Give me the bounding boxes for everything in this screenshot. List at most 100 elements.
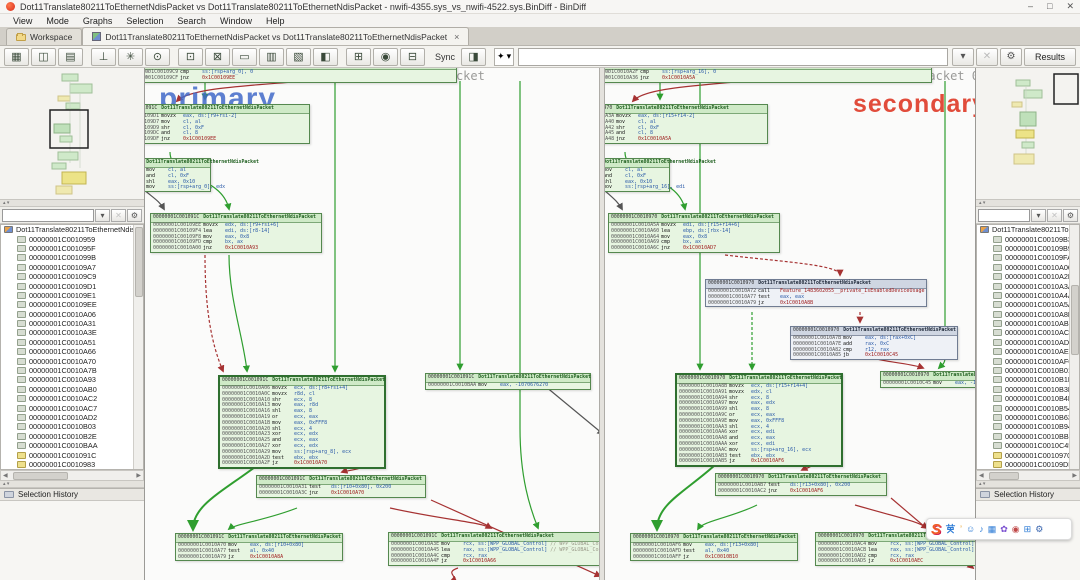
secondary-filter-input[interactable] bbox=[978, 209, 1030, 222]
primary-block-item[interactable]: 00000001C0010A31 bbox=[1, 319, 143, 328]
primary-block-item[interactable]: 00000001C001095F bbox=[1, 244, 143, 253]
primary-block-item[interactable]: 00000001C0010BAA bbox=[1, 441, 143, 450]
secondary-filter-dropdown-icon[interactable]: ▾ bbox=[1031, 209, 1046, 222]
results-button[interactable]: Results bbox=[1024, 48, 1076, 66]
secondary-block-item[interactable]: 00000001C0010B4F bbox=[977, 394, 1079, 403]
apps-grid-icon[interactable]: ⊞ bbox=[1024, 524, 1032, 534]
primary-basic-block-node[interactable]: 00000001C001091CDot11Translate80211ToEth… bbox=[256, 475, 426, 498]
secondary-tree-root[interactable]: Dot11Translate80211To bbox=[977, 225, 1079, 234]
maximize-button[interactable]: □ bbox=[1047, 1, 1052, 12]
secondary-basic-block-node[interactable]: 00000001C0010970Dot11Translate80211ToEth… bbox=[608, 213, 780, 253]
minimize-button[interactable]: – bbox=[1028, 1, 1033, 12]
tab-close-icon[interactable]: × bbox=[454, 32, 459, 42]
menu-item-search[interactable]: Search bbox=[170, 16, 213, 26]
secondary-block-item[interactable]: 00000001C00109FA bbox=[977, 253, 1079, 262]
primary-block-item[interactable]: 00000001C0010959 bbox=[1, 234, 143, 243]
remove-match-icon[interactable]: ⊟ bbox=[400, 48, 425, 66]
primary-block-item[interactable]: 00000001C0010A51 bbox=[1, 338, 143, 347]
secondary-block-item[interactable]: 00000001C0010970 bbox=[977, 450, 1079, 459]
secondary-block-item[interactable]: 00000001C0010AF6 bbox=[977, 356, 1079, 365]
voice-input-icon[interactable]: ♪ bbox=[979, 524, 984, 534]
primary-block-item[interactable]: 00000001C0010A7B bbox=[1, 366, 143, 375]
emoji-icon[interactable]: ☺ bbox=[966, 524, 975, 534]
orthogonal-layout-icon[interactable]: ✳ bbox=[118, 48, 143, 66]
menu-item-help[interactable]: Help bbox=[259, 16, 292, 26]
secondary-block-item[interactable]: 00000001C0010AC4 bbox=[977, 328, 1079, 337]
primary-block-item[interactable]: 00000001C00109A7 bbox=[1, 263, 143, 272]
keyboard-icon[interactable]: ▦ bbox=[988, 524, 997, 534]
primary-block-item[interactable]: 00000001C0010A06 bbox=[1, 310, 143, 319]
tree-splitter-handle[interactable]: ▴ ▾ bbox=[0, 481, 144, 488]
hierarchic-layout-icon[interactable]: ⊥ bbox=[91, 48, 116, 66]
overview-splitter-handle[interactable]: ▴ ▾ bbox=[976, 200, 1080, 207]
proximity-browsing-icon[interactable]: ⊞ bbox=[346, 48, 371, 66]
secondary-tree-vscrollbar[interactable] bbox=[1069, 225, 1079, 469]
secondary-block-item[interactable]: 00000001C0010B94 bbox=[977, 422, 1079, 431]
secondary-basic-block-node[interactable]: 00000001C0010970Dot11Translate80211ToEth… bbox=[630, 533, 798, 561]
primary-graph-overview[interactable] bbox=[0, 68, 144, 200]
search-dropdown-button[interactable]: ▾ bbox=[952, 48, 974, 66]
primary-block-item[interactable]: 00000001C00109C9 bbox=[1, 272, 143, 281]
primary-basic-block-node[interactable]: 00000001C001091CDot11Translate80211ToEth… bbox=[145, 104, 310, 144]
overview-splitter-handle[interactable]: ▴ ▾ bbox=[0, 200, 144, 207]
primary-filter-input[interactable] bbox=[2, 209, 94, 222]
chinese-english-toggle-icon[interactable] bbox=[945, 523, 956, 536]
primary-filter-clear-icon[interactable]: ✕ bbox=[111, 209, 126, 222]
secondary-basic-block-node[interactable]: 00000001C0010970Dot11Translate80211ToEth… bbox=[605, 68, 932, 83]
primary-basic-block-node[interactable]: 00000001C001091CDot11Translate80211ToEth… bbox=[145, 68, 457, 83]
secondary-graph-pane[interactable]: late80211ToEthernetNdisPacket 00000001C0… bbox=[605, 68, 975, 580]
menu-item-selection[interactable]: Selection bbox=[119, 16, 170, 26]
secondary-block-item[interactable]: 00000001C0010A5A bbox=[977, 300, 1079, 309]
primary-pane-scroll-arrows[interactable]: ◄► bbox=[145, 70, 150, 80]
secondary-block-item[interactable]: 00000001C0010B54 bbox=[977, 403, 1079, 412]
secondary-block-item[interactable]: 00000001C0010A3A bbox=[977, 281, 1079, 290]
add-match-icon[interactable]: ◉ bbox=[373, 48, 398, 66]
workspace-windows-icon[interactable]: ▦ bbox=[4, 48, 29, 66]
apostrophe-icon[interactable]: ’ bbox=[960, 524, 962, 534]
clear-search-button[interactable]: ✕ bbox=[976, 48, 998, 66]
primary-block-item[interactable]: 00000001C00109E1 bbox=[1, 291, 143, 300]
zoom-to-fit-icon[interactable]: ⊡ bbox=[178, 48, 203, 66]
secondary-block-item[interactable]: 00000001C00109DE bbox=[977, 460, 1079, 469]
primary-block-item[interactable]: 00000001C0010AD2 bbox=[1, 413, 143, 422]
primary-block-item[interactable]: 00000001C0010983 bbox=[1, 460, 143, 469]
primary-filter-dropdown-icon[interactable]: ▾ bbox=[95, 209, 110, 222]
secondary-block-item[interactable]: 00000001C00109B3 bbox=[977, 234, 1079, 243]
combined-graph-icon[interactable]: ▧ bbox=[286, 48, 311, 66]
primary-basic-block-node[interactable]: 00000001C001091CDot11Translate80211ToEth… bbox=[175, 533, 343, 561]
secondary-block-item[interactable]: 00000001C0010B1D bbox=[977, 375, 1079, 384]
primary-basic-block-node[interactable]: 00000001C001091CDot11Translate80211ToEth… bbox=[425, 373, 591, 390]
menu-item-view[interactable]: View bbox=[6, 16, 39, 26]
search-settings-button[interactable]: ⚙ bbox=[1000, 48, 1022, 66]
skin-paw-icon[interactable]: ✿ bbox=[1000, 524, 1008, 534]
bottom-panel-icon[interactable]: ▤ bbox=[58, 48, 83, 66]
menu-item-mode[interactable]: Mode bbox=[39, 16, 76, 26]
primary-block-item[interactable]: 00000001C0010B2E bbox=[1, 432, 143, 441]
ime-toolbar[interactable]: S’☺♪▦✿◉⊞⚙ bbox=[926, 518, 1072, 540]
primary-block-item[interactable]: 00000001C0010A93 bbox=[1, 375, 143, 384]
split-view-icon[interactable]: ◫ bbox=[31, 48, 56, 66]
secondary-block-item[interactable]: 00000001C0010AD7 bbox=[977, 338, 1079, 347]
secondary-basic-block-node[interactable]: 00000001C0010970Dot11Translate80211ToEth… bbox=[715, 473, 887, 496]
zoom-to-selection-icon[interactable]: ⊠ bbox=[205, 48, 230, 66]
close-button[interactable]: ✕ bbox=[1066, 1, 1074, 12]
secondary-basic-block-node[interactable]: 00000001C0010970Dot11Translate80211ToEth… bbox=[675, 373, 843, 467]
fit-both-graphs-icon[interactable]: ▥ bbox=[259, 48, 284, 66]
secondary-basic-block-node[interactable]: 00000001C0010970Dot11Translate80211ToEth… bbox=[790, 326, 958, 360]
secondary-block-item[interactable]: 00000001C0010B63 bbox=[977, 413, 1079, 422]
primary-block-item[interactable]: 00000001C0010A3E bbox=[1, 328, 143, 337]
secondary-filter-settings-icon[interactable]: ⚙ bbox=[1063, 209, 1078, 222]
primary-block-item[interactable]: 00000001C0010B03 bbox=[1, 422, 143, 431]
night-mode-icon[interactable]: ◉ bbox=[1012, 524, 1020, 534]
primary-graph-pane[interactable]: e80211ToEthernetNdisPacket primary ◄► 00… bbox=[145, 68, 600, 580]
primary-tree-root[interactable]: Dot11Translate80211ToEthernetNdisP bbox=[1, 225, 143, 234]
secondary-tree-hscrollbar[interactable]: ◀▶ bbox=[976, 470, 1080, 481]
primary-block-item[interactable]: 00000001C00109EE bbox=[1, 300, 143, 309]
primary-block-item[interactable]: 00000001C0010A66 bbox=[1, 347, 143, 356]
sync-graphs-toggle-icon[interactable]: ◨ bbox=[461, 48, 486, 66]
menu-item-window[interactable]: Window bbox=[213, 16, 259, 26]
secondary-block-item[interactable]: 00000001C0010A4A bbox=[977, 291, 1079, 300]
primary-basic-block-node[interactable]: 00000001C001091CDot11Translate80211ToEth… bbox=[388, 532, 600, 566]
fit-graph-icon[interactable]: ▭ bbox=[232, 48, 257, 66]
search-mode-combo[interactable]: ✦ ▾ bbox=[494, 48, 514, 66]
